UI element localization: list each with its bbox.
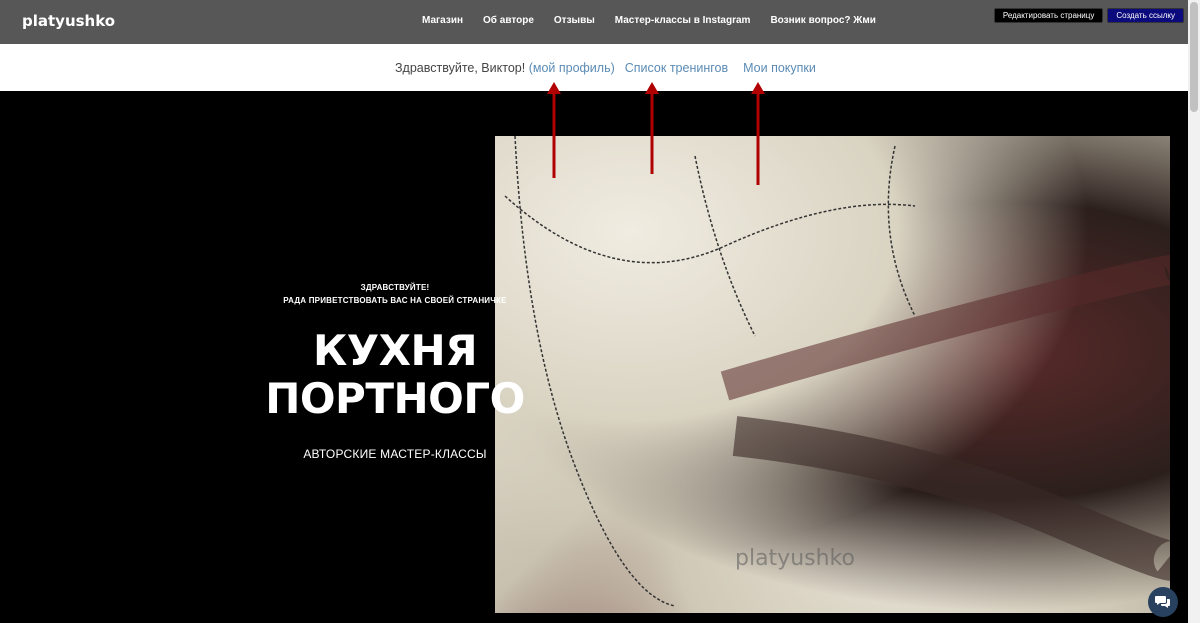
site-brand[interactable]: platyushko xyxy=(22,12,115,30)
greeting-text: Здравствуйте, Виктор! xyxy=(395,61,526,75)
user-bar: Здравствуйте, Виктор! (мой профиль) Списо… xyxy=(0,44,1188,92)
hero-title-line-2: ПОРТНОГО xyxy=(265,374,525,423)
hero-title: КУХНЯ ПОРТНОГО xyxy=(260,327,530,423)
hero-section: platyushko ЗДРАВСТВУЙТЕ! РАДА ПРИВЕТСТВО… xyxy=(0,91,1188,623)
chat-bubbles-icon xyxy=(1155,596,1170,608)
admin-buttons: Редактировать страницу Создать ссылку xyxy=(993,8,1184,23)
hero-greeting-line-1: ЗДРАВСТВУЙТЕ! xyxy=(360,283,430,292)
page-scrollbar[interactable] xyxy=(1188,0,1200,623)
my-profile-link[interactable]: (мой профиль) xyxy=(529,61,615,75)
create-link-button[interactable]: Создать ссылку xyxy=(1107,8,1184,23)
chat-button[interactable] xyxy=(1148,587,1178,617)
menu-item-reviews[interactable]: Отзывы xyxy=(554,15,595,26)
menu-item-about[interactable]: Об авторе xyxy=(483,15,534,26)
scrollbar-thumb[interactable] xyxy=(1190,2,1198,112)
main-menu: Магазин Об авторе Отзывы Мастер-классы в… xyxy=(422,15,896,26)
menu-item-instagram[interactable]: Мастер-классы в Instagram xyxy=(615,15,751,26)
top-navigation: platyushko Магазин Об авторе Отзывы Маст… xyxy=(0,0,1188,44)
photo-stitch-lines xyxy=(504,136,1170,607)
my-purchases-link[interactable]: Мои покупки xyxy=(743,61,816,75)
hero-title-line-1: КУХНЯ xyxy=(312,326,478,375)
edit-page-button[interactable]: Редактировать страницу xyxy=(993,8,1104,23)
hero-greeting-line-2: РАДА ПРИВЕТСТВОВАТЬ ВАС НА СВОЕЙ СТРАНИЧ… xyxy=(283,296,507,305)
hero-subtitle: АВТОРСКИЕ МАСТЕР-КЛАССЫ xyxy=(303,447,487,461)
hero-text-block: ЗДРАВСТВУЙТЕ! РАДА ПРИВЕТСТВОВАТЬ ВАС НА… xyxy=(260,281,530,461)
menu-item-question[interactable]: Возник вопрос? Жми xyxy=(770,15,875,26)
hero-fabric-photo: platyushko xyxy=(495,136,1170,613)
menu-item-shop[interactable]: Магазин xyxy=(422,15,463,26)
trainings-list-link[interactable]: Список тренингов xyxy=(625,61,728,75)
photo-watermark: platyushko xyxy=(735,546,855,571)
user-bar-row: Здравствуйте, Виктор! (мой профиль) Списо… xyxy=(395,61,816,75)
